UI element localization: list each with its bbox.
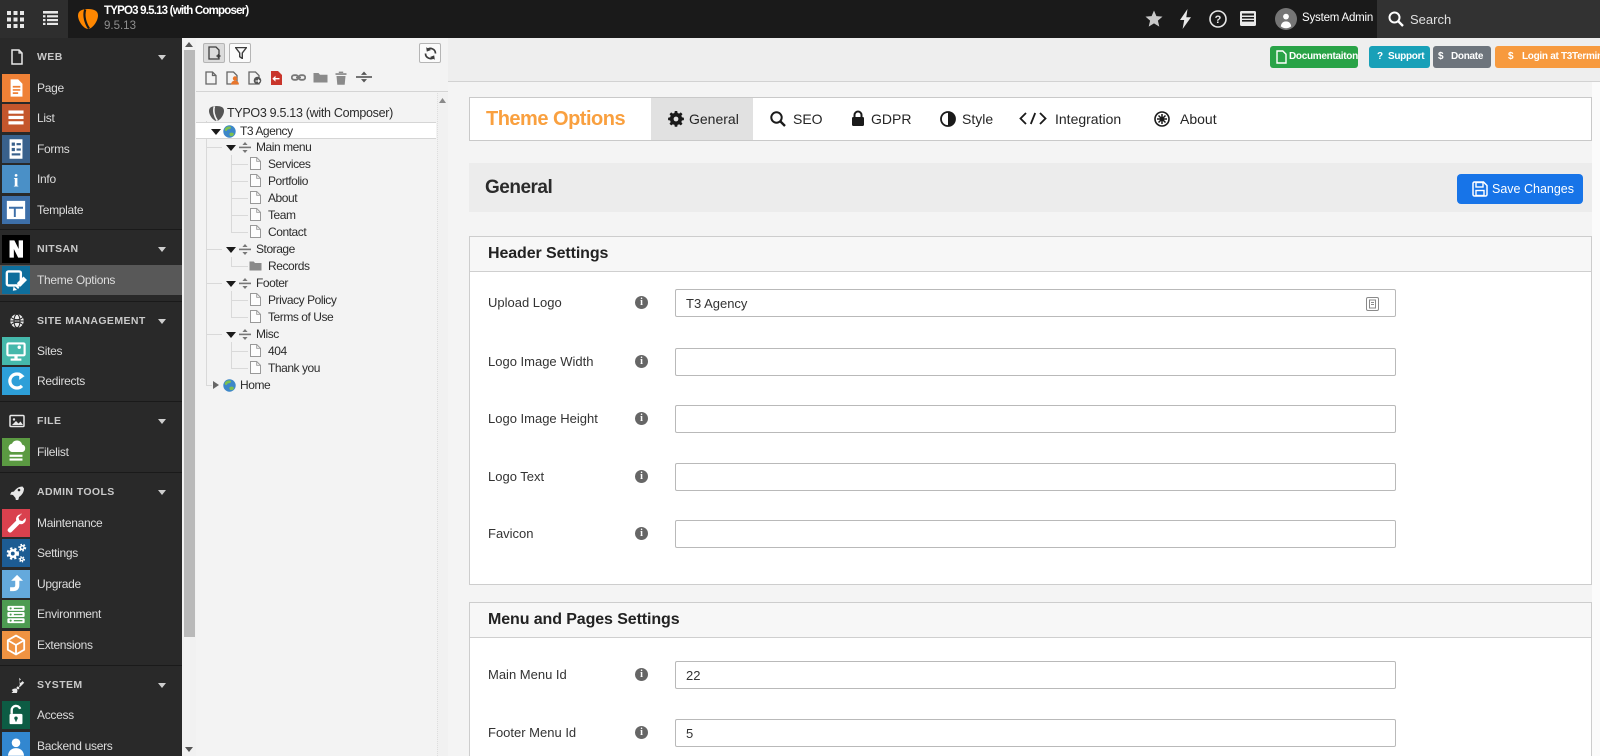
svg-text:i: i	[13, 171, 18, 191]
svg-text:?: ?	[1215, 14, 1222, 26]
